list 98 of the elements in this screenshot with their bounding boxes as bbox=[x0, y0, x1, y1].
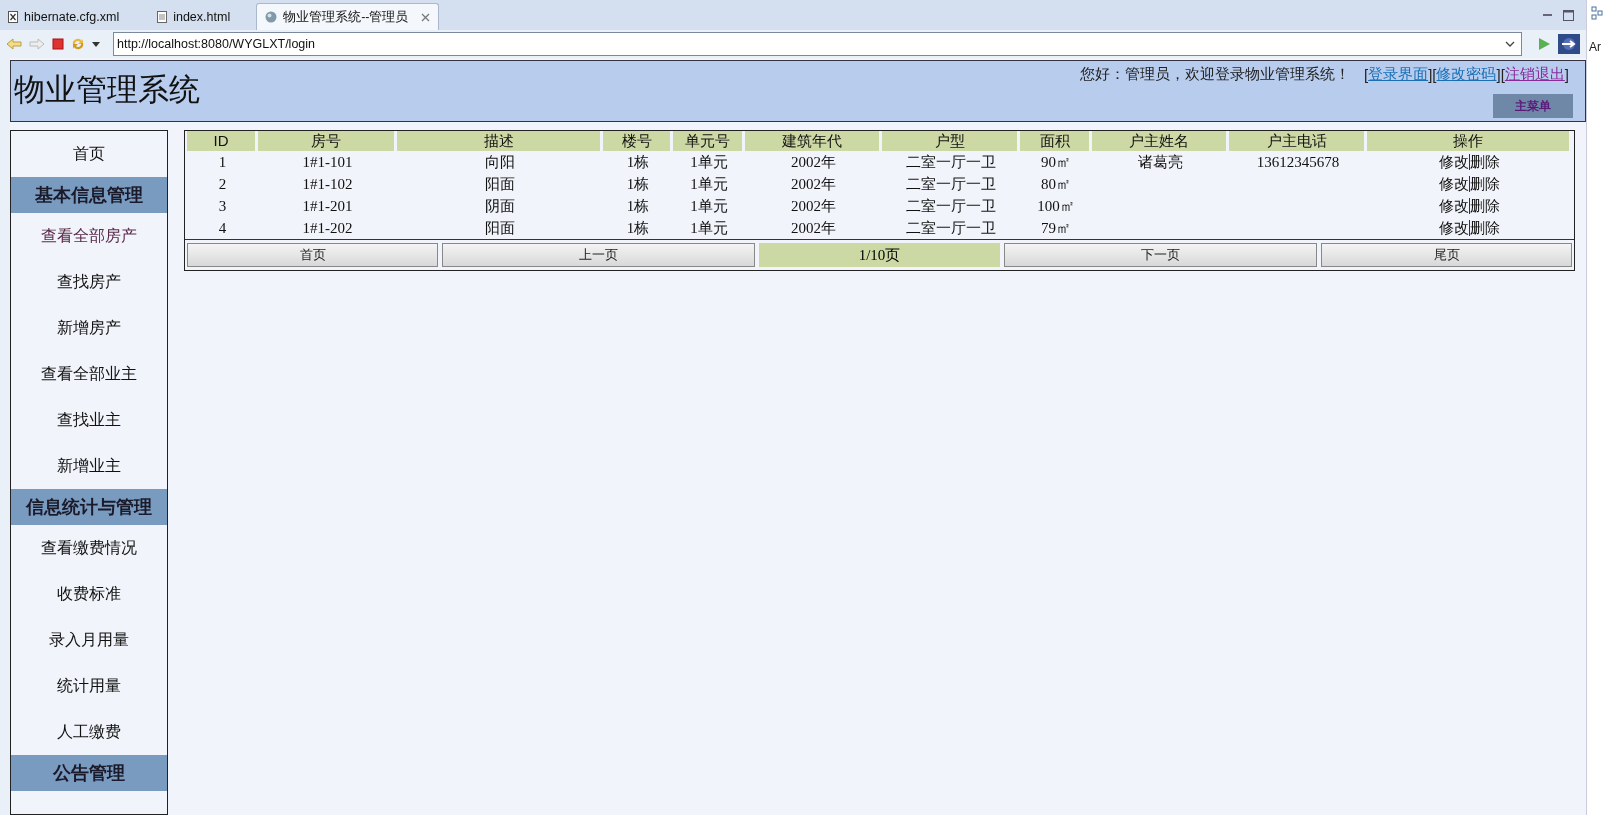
table-cell: 向阳 bbox=[485, 154, 515, 170]
table-cell: 1#1-202 bbox=[302, 220, 353, 236]
table-cell: 二室一厅一卫 bbox=[906, 176, 996, 192]
table-cell: 2002年 bbox=[791, 154, 836, 170]
panel-label: Ar bbox=[1589, 40, 1601, 54]
bracket: ] bbox=[1564, 66, 1569, 83]
table-cell: 79㎡ bbox=[1041, 220, 1071, 236]
table-cell: 2002年 bbox=[791, 220, 836, 236]
address-field[interactable]: http://localhost:8080/WYGLXT/login bbox=[113, 32, 1522, 56]
table-cell: 阴面 bbox=[485, 198, 515, 214]
last-page-button[interactable]: 尾页 bbox=[1321, 243, 1572, 267]
page-indicator: 1/10页 bbox=[759, 243, 1000, 267]
sidebar-link[interactable]: 新增业主 bbox=[57, 443, 121, 489]
sidebar-heading: 基本信息管理 bbox=[11, 177, 167, 213]
first-page-button[interactable]: 首页 bbox=[187, 243, 438, 267]
header-link[interactable]: 注销退出 bbox=[1504, 65, 1565, 84]
table-cell: 1#1-102 bbox=[302, 176, 353, 192]
column-header: 户主电话 bbox=[1229, 131, 1367, 151]
column-header: 操作 bbox=[1367, 131, 1572, 151]
bracket: [ bbox=[1363, 66, 1369, 83]
editor-tab[interactable]: hibernate.cfg.xml bbox=[0, 4, 150, 30]
table-cell: 1单元 bbox=[690, 220, 728, 236]
table-cell: 1#1-101 bbox=[302, 154, 353, 170]
action-link[interactable]: 删除 bbox=[1470, 217, 1500, 239]
table-cell: 二室一厅一卫 bbox=[906, 154, 996, 170]
editor-tab[interactable]: 物业管理系统--管理员 bbox=[256, 3, 439, 30]
stop-icon[interactable] bbox=[52, 38, 64, 50]
column-header: 面积 bbox=[1020, 131, 1092, 151]
sidebar-link[interactable]: 查找房产 bbox=[57, 259, 121, 305]
file-icon bbox=[157, 11, 168, 23]
bracket: ] bbox=[1496, 66, 1501, 83]
table-cell: 100㎡ bbox=[1037, 198, 1075, 214]
table-cell: 二室一厅一卫 bbox=[906, 198, 996, 214]
sidebar-link[interactable]: 查看缴费情况 bbox=[41, 525, 137, 571]
action-link[interactable]: 删除 bbox=[1470, 173, 1500, 195]
table-cell: 1栋 bbox=[626, 198, 650, 214]
sidebar-heading: 公告管理 bbox=[11, 755, 167, 791]
action-link[interactable]: 修改 bbox=[1439, 195, 1469, 217]
column-header: 户型 bbox=[882, 131, 1020, 151]
column-header: 描述 bbox=[397, 131, 603, 151]
play-icon[interactable] bbox=[1537, 37, 1551, 51]
table-cell: 1#1-201 bbox=[302, 198, 353, 214]
table-cell: 1单元 bbox=[690, 198, 728, 214]
table-cell: 1栋 bbox=[626, 220, 650, 236]
action-link[interactable]: 修改 bbox=[1439, 217, 1469, 239]
action-link[interactable]: 修改 bbox=[1439, 151, 1469, 173]
action-link[interactable]: 删除 bbox=[1470, 151, 1500, 173]
refresh-icon[interactable] bbox=[71, 37, 85, 51]
table-cell: 80㎡ bbox=[1041, 176, 1071, 192]
sidebar-link[interactable]: 新增房产 bbox=[57, 305, 121, 351]
column-header: 户主姓名 bbox=[1092, 131, 1229, 151]
column-header: 建筑年代 bbox=[745, 131, 882, 151]
column-header: 单元号 bbox=[673, 131, 745, 151]
sidebar-link[interactable]: 查看全部房产 bbox=[41, 213, 137, 259]
minimize-icon[interactable] bbox=[1543, 11, 1553, 19]
sidebar-link[interactable]: 收费标准 bbox=[57, 571, 121, 617]
table-cell: 阳面 bbox=[485, 176, 515, 192]
sidebar-link[interactable]: 首页 bbox=[73, 131, 105, 177]
table-cell: 1单元 bbox=[690, 176, 728, 192]
table-cell: 2002年 bbox=[791, 198, 836, 214]
bracket: [ bbox=[1432, 66, 1437, 83]
sidebar-link[interactable]: 查看全部业主 bbox=[41, 351, 137, 397]
table-cell: 2 bbox=[218, 176, 227, 192]
greeting-text: 您好：管理员，欢迎登录物业管理系统！ bbox=[1079, 65, 1350, 84]
outline-icon[interactable] bbox=[1591, 6, 1603, 20]
table-cell: 1栋 bbox=[626, 154, 650, 170]
table-cell: 13612345678 bbox=[1256, 154, 1340, 170]
chevron-down-icon[interactable] bbox=[1505, 41, 1515, 47]
bracket: ] bbox=[1428, 66, 1433, 83]
table-cell: 阳面 bbox=[485, 220, 515, 236]
previous-page-button[interactable]: 上一页 bbox=[442, 243, 755, 267]
next-page-button[interactable]: 下一页 bbox=[1004, 243, 1317, 267]
table-cell: 2002年 bbox=[791, 176, 836, 192]
globe-icon bbox=[265, 11, 278, 23]
table-cell: 1栋 bbox=[626, 176, 650, 192]
sidebar-link[interactable]: 人工缴费 bbox=[57, 709, 121, 755]
site-title: 物业管理系统 bbox=[14, 70, 200, 109]
action-link[interactable]: 修改 bbox=[1439, 173, 1469, 195]
column-header: 楼号 bbox=[603, 131, 673, 151]
sidebar-link[interactable]: 查找业主 bbox=[57, 397, 121, 443]
dropdown-caret-icon[interactable] bbox=[92, 41, 100, 47]
column-header: ID bbox=[187, 131, 258, 151]
close-icon[interactable] bbox=[420, 12, 430, 22]
xml-file-icon bbox=[8, 11, 18, 23]
action-link[interactable]: 删除 bbox=[1470, 195, 1500, 217]
table-cell: 4 bbox=[218, 220, 227, 236]
sidebar-link[interactable]: 统计用量 bbox=[57, 663, 121, 709]
sidebar-heading: 信息统计与管理 bbox=[11, 489, 167, 525]
sidebar-link[interactable]: 录入月用量 bbox=[49, 617, 129, 663]
column-header: 房号 bbox=[258, 131, 397, 151]
bracket: [ bbox=[1500, 66, 1505, 83]
table-cell: 90㎡ bbox=[1041, 154, 1071, 170]
table-cell: 二室一厅一卫 bbox=[906, 220, 996, 236]
table-cell: 3 bbox=[218, 198, 227, 214]
table-cell: 1 bbox=[218, 154, 227, 170]
table-cell: 诸葛亮 bbox=[1138, 154, 1183, 170]
table-cell: 1单元 bbox=[690, 154, 728, 170]
maximize-icon[interactable] bbox=[1563, 9, 1574, 21]
